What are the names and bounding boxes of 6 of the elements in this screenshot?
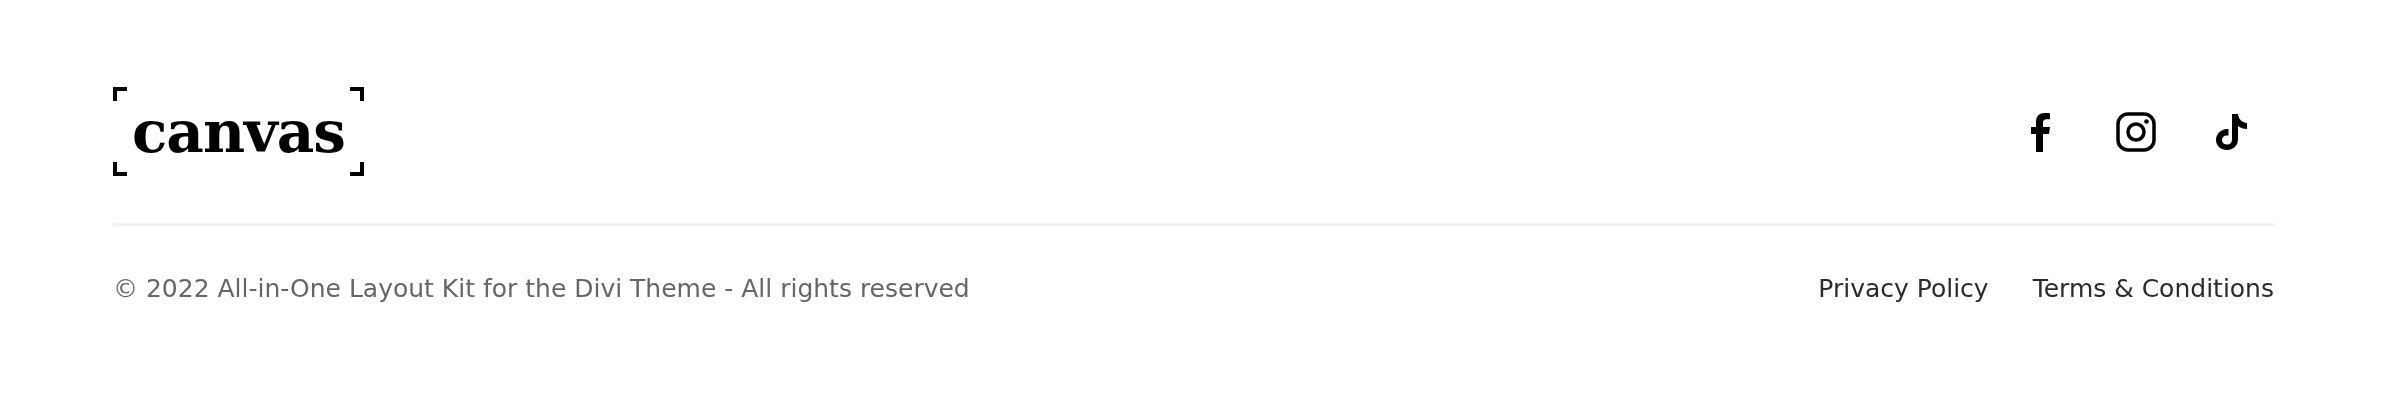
facebook-icon[interactable] (2030, 111, 2050, 152)
footer-link[interactable]: Privacy Policy (1818, 274, 1989, 303)
canvas-logo[interactable]: canvas (113, 87, 364, 176)
copyright-text: © 2022 All-in-One Layout Kit for the Divi Theme - All rights reserved (113, 274, 970, 303)
instagram-icon[interactable] (2116, 111, 2156, 152)
footer-link[interactable]: Terms & Conditions (2032, 274, 2274, 303)
